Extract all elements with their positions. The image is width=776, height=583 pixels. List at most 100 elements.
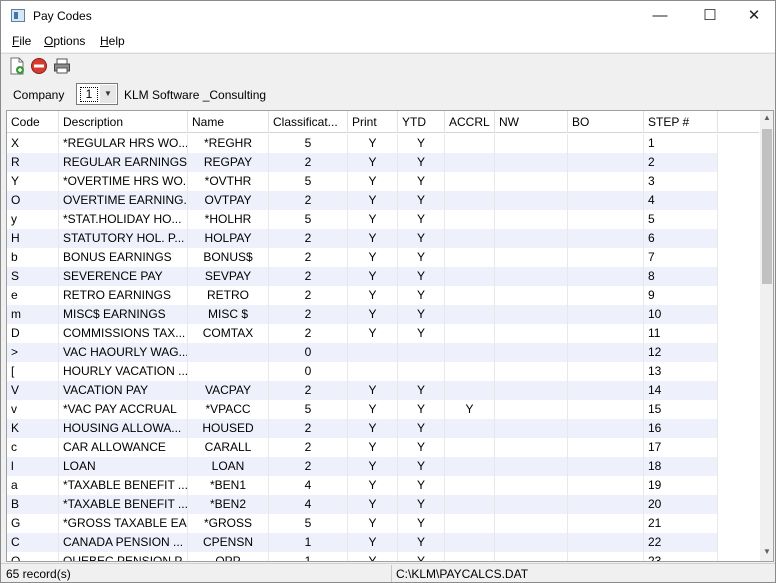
table-row[interactable]: H STATUTORY HOL. P... HOLPAY 2 Y Y 6: [7, 229, 718, 248]
table-row[interactable]: y *STAT.HOLIDAY HO... *HOLHR 5 Y Y 5: [7, 210, 718, 229]
table-row[interactable]: C CANADA PENSION ... CPENSN 1 Y Y 22: [7, 533, 718, 552]
menu-help[interactable]: Help: [100, 34, 125, 48]
table-row[interactable]: X *REGULAR HRS WO... *REGHR 5 Y Y 1: [7, 134, 718, 153]
cell-code: R: [7, 153, 59, 172]
cell-step: 9: [644, 286, 718, 305]
new-document-icon[interactable]: [8, 57, 26, 75]
cell-step: 4: [644, 191, 718, 210]
table-row[interactable]: V VACATION PAY VACPAY 2 Y Y 14: [7, 381, 718, 400]
cell-ytd: Y: [398, 153, 445, 172]
company-selector-row: Company 1 ▼ KLM Software _Consulting: [1, 79, 775, 109]
cell-bo: [568, 400, 644, 419]
column-header-bo[interactable]: BO: [568, 111, 644, 133]
cell-accrl: [445, 457, 495, 476]
cell-code: B: [7, 495, 59, 514]
cell-name: LOAN: [188, 457, 269, 476]
cell-classification: 2: [269, 248, 348, 267]
table-row[interactable]: l LOAN LOAN 2 Y Y 18: [7, 457, 718, 476]
cell-code: X: [7, 134, 59, 153]
cell-code: C: [7, 533, 59, 552]
cell-step: 5: [644, 210, 718, 229]
cell-description: LOAN: [59, 457, 188, 476]
cell-ytd: Y: [398, 438, 445, 457]
toolbar: [1, 53, 775, 77]
column-header-ytd[interactable]: YTD: [398, 111, 445, 133]
company-label: Company: [13, 88, 65, 102]
table-row[interactable]: K HOUSING ALLOWA... HOUSED 2 Y Y 16: [7, 419, 718, 438]
column-header-step[interactable]: STEP #: [644, 111, 718, 133]
table-row[interactable]: O OVERTIME EARNING... OVTPAY 2 Y Y 4: [7, 191, 718, 210]
table-row[interactable]: D COMMISSIONS TAX... COMTAX 2 Y Y 11: [7, 324, 718, 343]
vertical-scrollbar[interactable]: ▲ ▼: [760, 111, 773, 561]
cell-step: 17: [644, 438, 718, 457]
cell-print: Y: [348, 305, 398, 324]
menu-options[interactable]: Options: [44, 34, 85, 48]
table-row[interactable]: b BONUS EARNINGS BONUS$ 2 Y Y 7: [7, 248, 718, 267]
table-row[interactable]: S SEVERENCE PAY SEVPAY 2 Y Y 8: [7, 267, 718, 286]
record-count: 65 record(s): [6, 567, 71, 581]
company-select[interactable]: 1 ▼: [76, 83, 118, 105]
chevron-down-icon[interactable]: ▼: [100, 85, 116, 103]
pay-codes-grid[interactable]: Code Description Name Classificat... Print YT…: [6, 110, 774, 562]
title-bar[interactable]: Pay Codes — ☐ ✕: [1, 1, 775, 31]
table-row[interactable]: > VAC HAOURLY WAG... 0 12: [7, 343, 718, 362]
cell-bo: [568, 153, 644, 172]
cell-print: Y: [348, 514, 398, 533]
table-row[interactable]: v *VAC PAY ACCRUAL *VPACC 5 Y Y Y 15: [7, 400, 718, 419]
cell-bo: [568, 248, 644, 267]
table-row[interactable]: Q QUEBEC PENSION P... QPP 1 Y Y 23: [7, 552, 718, 561]
column-header-nw[interactable]: NW: [495, 111, 568, 133]
table-row[interactable]: B *TAXABLE BENEFIT ... *BEN2 4 Y Y 20: [7, 495, 718, 514]
cell-bo: [568, 514, 644, 533]
table-row[interactable]: m MISC$ EARNINGS MISC $2 Y Y 10: [7, 305, 718, 324]
close-button[interactable]: ✕: [731, 1, 776, 31]
cell-description: *VAC PAY ACCRUAL: [59, 400, 188, 419]
scroll-down-icon[interactable]: ▼: [760, 547, 773, 559]
cell-print: Y: [348, 457, 398, 476]
cell-code: a: [7, 476, 59, 495]
table-row[interactable]: R REGULAR EARNINGS... REGPAY 2 Y Y 2: [7, 153, 718, 172]
cell-description: HOUSING ALLOWA...: [59, 419, 188, 438]
table-row[interactable]: G *GROSS TAXABLE EA... *GROSS 5 Y Y 21: [7, 514, 718, 533]
cell-accrl: [445, 514, 495, 533]
menu-file[interactable]: File: [12, 34, 31, 48]
cell-bo: [568, 324, 644, 343]
cell-description: CANADA PENSION ...: [59, 533, 188, 552]
column-header-accrl[interactable]: ACCRL: [445, 111, 495, 133]
cell-step: 7: [644, 248, 718, 267]
cell-accrl: [445, 210, 495, 229]
cell-bo: [568, 267, 644, 286]
pay-codes-window: Pay Codes — ☐ ✕ File Options Help Compan…: [0, 0, 776, 583]
column-header-print[interactable]: Print: [348, 111, 398, 133]
cell-description: RETRO EARNINGS: [59, 286, 188, 305]
delete-icon[interactable]: [30, 57, 48, 75]
table-row[interactable]: c CAR ALLOWANCE CARALL 2 Y Y 17: [7, 438, 718, 457]
cell-accrl: [445, 286, 495, 305]
table-row[interactable]: e RETRO EARNINGS RETRO 2 Y Y 9: [7, 286, 718, 305]
table-row[interactable]: a *TAXABLE BENEFIT ... *BEN1 4 Y Y 19: [7, 476, 718, 495]
cell-description: MISC$ EARNINGS: [59, 305, 188, 324]
cell-ytd: Y: [398, 419, 445, 438]
column-header-description[interactable]: Description: [59, 111, 188, 133]
table-row[interactable]: Y *OVERTIME HRS WO... *OVTHR 5 Y Y 3: [7, 172, 718, 191]
cell-nw: [495, 552, 568, 561]
table-row[interactable]: [HOURLY VACATION ... 0 13: [7, 362, 718, 381]
cell-code: D: [7, 324, 59, 343]
cell-step: 1: [644, 134, 718, 153]
column-header-classification[interactable]: Classificat...: [269, 111, 348, 133]
maximize-button[interactable]: ☐: [687, 1, 733, 31]
minimize-button[interactable]: —: [637, 1, 683, 31]
cell-print: Y: [348, 248, 398, 267]
column-header-name[interactable]: Name: [188, 111, 269, 133]
cell-name: *BEN2: [188, 495, 269, 514]
cell-nw: [495, 286, 568, 305]
cell-code: K: [7, 419, 59, 438]
cell-bo: [568, 438, 644, 457]
column-header-code[interactable]: Code: [7, 111, 59, 133]
cell-step: 16: [644, 419, 718, 438]
scrollbar-thumb[interactable]: [762, 129, 772, 284]
print-icon[interactable]: [53, 57, 71, 75]
cell-print: Y: [348, 153, 398, 172]
cell-bo: [568, 210, 644, 229]
scroll-up-icon[interactable]: ▲: [760, 113, 773, 125]
